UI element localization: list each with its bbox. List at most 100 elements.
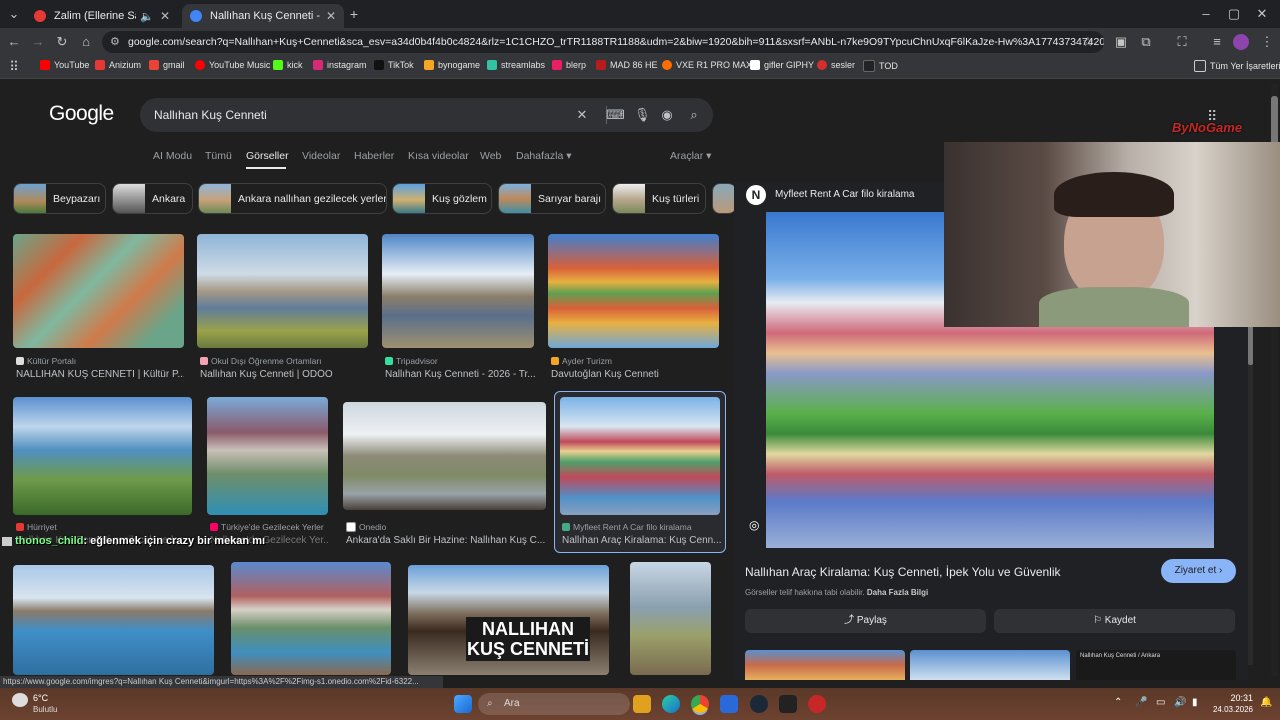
tab-more[interactable]: Dahafazla ▾ bbox=[516, 150, 571, 162]
chip-ankara-nallihan[interactable]: Ankara nallıhan gezilecek yerler bbox=[198, 183, 387, 214]
result-image[interactable] bbox=[207, 397, 328, 515]
close-icon[interactable]: ✕ bbox=[160, 9, 170, 23]
visit-button[interactable]: Ziyaret et › bbox=[1161, 559, 1236, 583]
bookmark-blerp[interactable]: blerp bbox=[552, 60, 586, 70]
clock-time[interactable]: 20:31 bbox=[1227, 693, 1253, 703]
result-image[interactable] bbox=[13, 565, 214, 675]
more-info-link[interactable]: Daha Fazla Bilgi bbox=[867, 588, 928, 597]
search-icon[interactable]: ⌕ bbox=[686, 107, 702, 123]
tab-web[interactable]: Web bbox=[480, 150, 501, 162]
chip-ankara[interactable]: Ankara bbox=[112, 183, 193, 214]
result-title[interactable]: Nallıhan Kuş Cenneti - 2026 - Tr... bbox=[385, 369, 535, 380]
forward-icon[interactable]: → bbox=[30, 34, 46, 50]
home-icon[interactable]: ⌂ bbox=[78, 34, 94, 50]
tab-all[interactable]: Tümü bbox=[205, 150, 232, 162]
image-result[interactable]: Hürriyet Nallıhan Kuş Cenneti gezilecek … bbox=[13, 397, 192, 547]
image-result[interactable] bbox=[231, 562, 391, 675]
bookmark-bynogame[interactable]: bynogame bbox=[424, 60, 480, 70]
tab-images[interactable]: Görseller bbox=[246, 150, 289, 162]
reading-list-icon[interactable]: ≡ bbox=[1209, 34, 1225, 50]
chip-beypazari[interactable]: Beypazarı bbox=[13, 183, 106, 214]
bookmark-streamlabs[interactable]: streamlabs bbox=[487, 60, 545, 70]
site-info-icon[interactable]: ⚙ bbox=[110, 35, 120, 48]
result-image[interactable] bbox=[343, 402, 546, 510]
bookmark-youtube[interactable]: YouTube bbox=[40, 60, 89, 70]
weather-desc[interactable]: Bulutlu bbox=[33, 705, 57, 714]
result-title[interactable]: NALLIHAN KUŞ CENNETİ | Kültür P... bbox=[16, 369, 184, 380]
tab-google[interactable]: Nallıhan Kuş Cenneti - Google ✕ bbox=[182, 4, 344, 28]
menu-kebab-icon[interactable]: ⋮ bbox=[1259, 34, 1275, 50]
panel-source[interactable]: Myfleet Rent A Car filo kiralama bbox=[775, 189, 915, 200]
image-result[interactable]: Kültür Portalı NALLIHAN KUŞ CENNETİ | Kü… bbox=[13, 234, 184, 384]
result-image[interactable] bbox=[548, 234, 719, 348]
back-icon[interactable]: ← bbox=[6, 34, 22, 50]
result-title[interactable]: Nallıhan Araç Kiralama: Kuş Cenn... bbox=[562, 535, 722, 546]
result-image[interactable] bbox=[13, 397, 192, 515]
steam-icon[interactable] bbox=[750, 695, 768, 713]
image-result[interactable]: Okul Dışı Öğrenme Ortamları Nallıhan Kuş… bbox=[197, 234, 368, 384]
result-source[interactable]: Myfleet Rent A Car filo kiralama bbox=[562, 522, 692, 532]
all-bookmarks-folder[interactable]: Tüm Yer İşaretleri bbox=[1194, 60, 1280, 72]
result-image[interactable] bbox=[560, 397, 720, 515]
mic-icon[interactable]: 🎤 bbox=[1135, 697, 1147, 708]
bookmark-mad86[interactable]: MAD 86 HE bbox=[596, 60, 658, 70]
tab-search-icon[interactable]: ⌄ bbox=[6, 6, 22, 22]
lens-search-icon[interactable]: ◎ bbox=[749, 518, 759, 532]
bookmark-anizium[interactable]: Anizium bbox=[95, 60, 141, 70]
image-result[interactable]: Onedio Ankara'da Saklı Bir Hazine: Nallı… bbox=[343, 402, 546, 547]
chip-more[interactable] bbox=[712, 183, 736, 214]
image-result[interactable]: Tripadvisor Nallıhan Kuş Cenneti - 2026 … bbox=[382, 234, 535, 384]
epic-games-icon[interactable] bbox=[779, 695, 797, 713]
puzzle-icon[interactable]: ⧉ bbox=[1138, 34, 1154, 50]
lens-camera-icon[interactable]: ◉ bbox=[659, 107, 675, 123]
apps-grid-icon[interactable]: ⠿ bbox=[6, 59, 22, 75]
result-image[interactable] bbox=[197, 234, 368, 348]
minimize-button[interactable]: – bbox=[1198, 6, 1214, 22]
chrome-icon[interactable] bbox=[691, 695, 709, 713]
result-image[interactable] bbox=[382, 234, 534, 348]
battery-icon[interactable]: ▮ bbox=[1192, 697, 1198, 708]
related-image[interactable] bbox=[910, 650, 1070, 680]
tools-button[interactable]: Araçlar ▾ bbox=[670, 150, 711, 162]
file-explorer-icon[interactable] bbox=[633, 695, 651, 713]
store-icon[interactable] bbox=[720, 695, 738, 713]
extension-icon[interactable]: ▣ bbox=[1113, 34, 1129, 50]
related-image[interactable]: Nallıhan Kuş Cenneti / Ankara bbox=[1076, 650, 1236, 680]
result-source[interactable]: Hürriyet bbox=[16, 522, 57, 532]
microphone-icon[interactable]: 🎙 bbox=[634, 107, 651, 123]
image-result[interactable] bbox=[630, 562, 711, 675]
new-tab-button[interactable]: + bbox=[346, 6, 362, 22]
tab-news[interactable]: Haberler bbox=[354, 150, 394, 162]
result-source[interactable]: Okul Dışı Öğrenme Ortamları bbox=[200, 356, 322, 366]
tray-chevron-icon[interactable]: ⌃ bbox=[1114, 697, 1122, 708]
result-source[interactable]: Onedio bbox=[346, 522, 386, 532]
result-title[interactable]: Davutoğlan Kuş Cenneti bbox=[551, 369, 719, 380]
address-bar[interactable]: ⚙ google.com/search?q=Nallıhan+Kuş+Cenne… bbox=[102, 31, 1104, 53]
bookmark-tod[interactable]: TOD bbox=[863, 60, 898, 72]
windows-start-icon[interactable] bbox=[454, 695, 472, 713]
speaker-icon[interactable]: 🔈 bbox=[140, 10, 154, 23]
clear-icon[interactable]: ✕ bbox=[574, 107, 590, 123]
tab-videos[interactable]: Videolar bbox=[302, 150, 340, 162]
volume-icon[interactable]: 🔊 bbox=[1174, 697, 1186, 708]
search-input[interactable]: Nallıhan Kuş Cenneti ✕ ⌨ 🎙 ◉ ⌕ bbox=[140, 98, 713, 132]
app-icon[interactable] bbox=[808, 695, 826, 713]
profile-avatar[interactable] bbox=[1233, 34, 1249, 50]
bookmark-tiktok[interactable]: TikTok bbox=[374, 60, 414, 70]
result-source[interactable]: Ayder Turizm bbox=[551, 356, 612, 366]
image-result[interactable] bbox=[13, 565, 214, 675]
clock-date[interactable]: 24.03.2026 bbox=[1208, 705, 1253, 714]
bookmark-kick[interactable]: kick bbox=[273, 60, 303, 70]
result-source[interactable]: Türkiye'de Gezilecek Yerler bbox=[210, 522, 324, 532]
bookmark-sesler[interactable]: sesler bbox=[817, 60, 855, 70]
weather-temp[interactable]: 6°C bbox=[33, 693, 48, 703]
close-icon[interactable]: ✕ bbox=[326, 9, 336, 23]
keyboard-icon[interactable]: ⌨ bbox=[606, 107, 625, 123]
reload-icon[interactable]: ↻ bbox=[54, 34, 70, 50]
result-title[interactable]: Nallıhan Kuş Cenneti | ODÖO bbox=[200, 369, 368, 380]
bookmark-giphy[interactable]: gifler GIPHY bbox=[750, 60, 814, 70]
result-image[interactable] bbox=[13, 234, 184, 348]
image-result-selected[interactable]: Myfleet Rent A Car filo kiralama Nallıha… bbox=[554, 391, 726, 553]
panel-title[interactable]: Nallıhan Araç Kiralama: Kuş Cenneti, İpe… bbox=[745, 565, 1061, 579]
image-result[interactable]: Türkiye'de Gezilecek Yerler Nallıhan'da … bbox=[207, 397, 328, 547]
